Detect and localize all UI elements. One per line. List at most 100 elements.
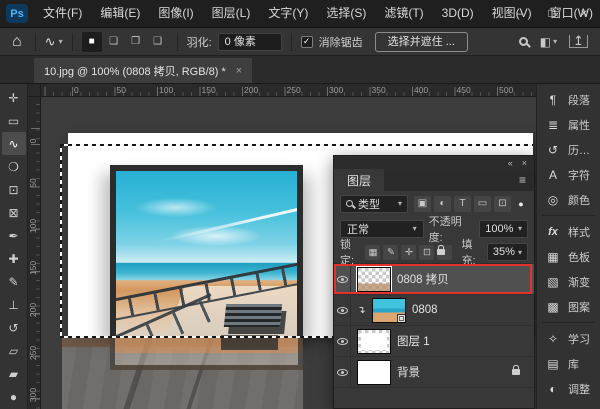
feather-input[interactable]: 0 像素 — [218, 33, 282, 51]
home-icon[interactable]: ⌂ — [8, 33, 26, 51]
filter-type-layers-icon[interactable]: T — [454, 196, 471, 212]
visibility-toggle[interactable] — [334, 326, 351, 356]
tool-preset-picker[interactable]: ∿ ▾ — [45, 34, 63, 50]
close-tab-icon[interactable]: × — [236, 65, 242, 77]
window-controls: –□× — [504, 0, 600, 27]
minimize-button[interactable]: – — [504, 0, 536, 27]
menu-item[interactable]: 3D(D) — [433, 0, 483, 27]
ruler-number: 200 — [28, 302, 38, 318]
document-tab[interactable]: 10.jpg @ 100% (0808 拷贝, RGB/8) * × — [34, 58, 252, 83]
move-tool[interactable]: ✛ — [2, 86, 26, 109]
panel-menu-icon[interactable]: ≡ — [511, 169, 534, 191]
menu-item[interactable]: 滤镜(T) — [375, 0, 432, 27]
filter-type-select[interactable]: 类型 ▾ — [340, 195, 408, 213]
panel-swatches[interactable]: ▦色板 — [537, 244, 600, 269]
layer-row[interactable]: 图层 1 — [334, 326, 534, 357]
panel-history[interactable]: ↺历… — [537, 137, 600, 162]
panel-properties[interactable]: ≣属性 — [537, 112, 600, 137]
panel-character[interactable]: A字符 — [537, 162, 600, 187]
workspace-icon: ◧ — [540, 35, 551, 49]
close-panel-icon[interactable]: × — [522, 158, 527, 168]
layer-row[interactable]: 0808 拷贝 — [334, 264, 534, 295]
lock-transparency-icon[interactable]: ▦ — [365, 245, 380, 260]
visibility-toggle[interactable] — [334, 264, 351, 294]
antialias-checkbox[interactable]: ✓ — [301, 36, 313, 48]
ruler-number: 500 — [499, 85, 513, 95]
chevron-down-icon: ▾ — [553, 37, 557, 46]
menu-item[interactable]: 编辑(E) — [91, 0, 149, 27]
cloud — [149, 221, 283, 251]
panel-patterns[interactable]: ▩图案 — [537, 294, 600, 319]
blend-mode-select[interactable]: 正常 ▾ — [340, 220, 424, 238]
layer-row[interactable]: ↴0808 — [334, 295, 534, 326]
crop-tool[interactable]: ⊡ — [2, 178, 26, 201]
panel-divider — [542, 322, 595, 323]
panel-paragraph[interactable]: ¶段落 — [537, 87, 600, 112]
workspace-switcher[interactable]: ◧ ▾ — [540, 35, 557, 49]
menu-item[interactable]: 选择(S) — [317, 0, 375, 27]
layer-thumbnail[interactable] — [357, 360, 391, 385]
filter-adjustment-layers-icon[interactable]: ◐ — [434, 196, 451, 212]
menu-item[interactable]: 图像(I) — [149, 0, 202, 27]
vertical-ruler: 050100150200250300 — [28, 97, 41, 409]
collapse-panel-icon[interactable]: « — [508, 158, 513, 168]
lock-artboard-icon[interactable]: ⊡ — [419, 245, 434, 260]
eyedropper-tool[interactable]: ✒ — [2, 224, 26, 247]
select-and-mask-button[interactable]: 选择并遮住 ... — [375, 32, 468, 52]
ruler-number: 300 — [329, 85, 343, 95]
filter-pixel-layers-icon[interactable]: ▣ — [414, 196, 431, 212]
filter-toggle[interactable]: ● — [514, 196, 528, 212]
panel-libraries[interactable]: ▤库 — [537, 351, 600, 376]
clone-stamp-tool[interactable]: ⊥ — [2, 293, 26, 316]
panel-gradients[interactable]: ▧渐变 — [537, 269, 600, 294]
healing-brush-tool[interactable]: ✚ — [2, 247, 26, 270]
menu-bar: Ps 文件(F)编辑(E)图像(I)图层(L)文字(Y)选择(S)滤镜(T)3D… — [0, 0, 600, 27]
lock-position-icon[interactable]: ✛ — [401, 245, 416, 260]
filter-shape-layers-icon[interactable]: ▭ — [474, 196, 491, 212]
gradient-tool[interactable]: ▰ — [2, 362, 26, 385]
new-selection-icon[interactable]: ■ — [82, 32, 102, 52]
quick-selection-tool[interactable]: ❍ — [2, 155, 26, 178]
layer-thumbnail[interactable] — [357, 267, 391, 292]
fill-select[interactable]: 35% ▾ — [487, 243, 528, 261]
canvas-area[interactable]: 050100150200250300350400450500 050100150… — [28, 84, 536, 409]
ruler-number: 0 — [28, 133, 38, 149]
visibility-toggle[interactable] — [334, 295, 351, 325]
panel-styles[interactable]: fx样式 — [537, 219, 600, 244]
lock-pixels-icon[interactable]: ✎ — [383, 245, 398, 260]
opacity-select[interactable]: 100% ▾ — [479, 220, 528, 238]
menu-item[interactable]: 图层(L) — [203, 0, 260, 27]
filter-smart-objects-icon[interactable]: ⊡ — [494, 196, 511, 212]
frame-tool[interactable]: ⊠ — [2, 201, 26, 224]
maximize-button[interactable]: □ — [536, 0, 568, 27]
selection-marching-ants-left — [60, 144, 62, 337]
panel-adjustments-icon: ◐ — [545, 382, 561, 396]
framed-photo[interactable] — [110, 165, 303, 337]
panel-color[interactable]: ◎颜色 — [537, 187, 600, 212]
tool-strip: ✛▭∿❍⊡⊠✒✚✎⊥↺▱▰● — [0, 84, 28, 409]
add-to-selection-icon[interactable]: ❏ — [104, 32, 124, 52]
layer-thumbnail[interactable] — [372, 298, 406, 323]
layer-row[interactable]: 背景 — [334, 357, 534, 388]
brush-tool[interactable]: ✎ — [2, 270, 26, 293]
panel-learn[interactable]: ✧学习 — [537, 326, 600, 351]
search-icon[interactable] — [519, 37, 528, 46]
panel-adjustments[interactable]: ◐调整 — [537, 376, 600, 401]
marquee-tool[interactable]: ▭ — [2, 109, 26, 132]
visibility-toggle[interactable] — [334, 357, 351, 387]
eraser-tool[interactable]: ▱ — [2, 339, 26, 362]
close-button[interactable]: × — [568, 0, 600, 27]
subtract-from-selection-icon[interactable]: ❐ — [126, 32, 146, 52]
selection-modes: ■❏❐❑ — [82, 32, 168, 52]
panel-color-icon: ◎ — [545, 193, 561, 207]
blur-tool[interactable]: ● — [2, 385, 26, 408]
intersect-selection-icon[interactable]: ❑ — [148, 32, 168, 52]
layer-thumbnail[interactable] — [357, 329, 391, 354]
tab-layers[interactable]: 图层 — [334, 169, 384, 191]
menu-item[interactable]: 文字(Y) — [259, 0, 317, 27]
history-brush-tool[interactable]: ↺ — [2, 316, 26, 339]
share-icon[interactable]: ↥ — [569, 35, 588, 48]
lock-all-icon[interactable] — [437, 245, 452, 260]
lasso-tool[interactable]: ∿ — [2, 132, 26, 155]
menu-item[interactable]: 文件(F) — [34, 0, 91, 27]
